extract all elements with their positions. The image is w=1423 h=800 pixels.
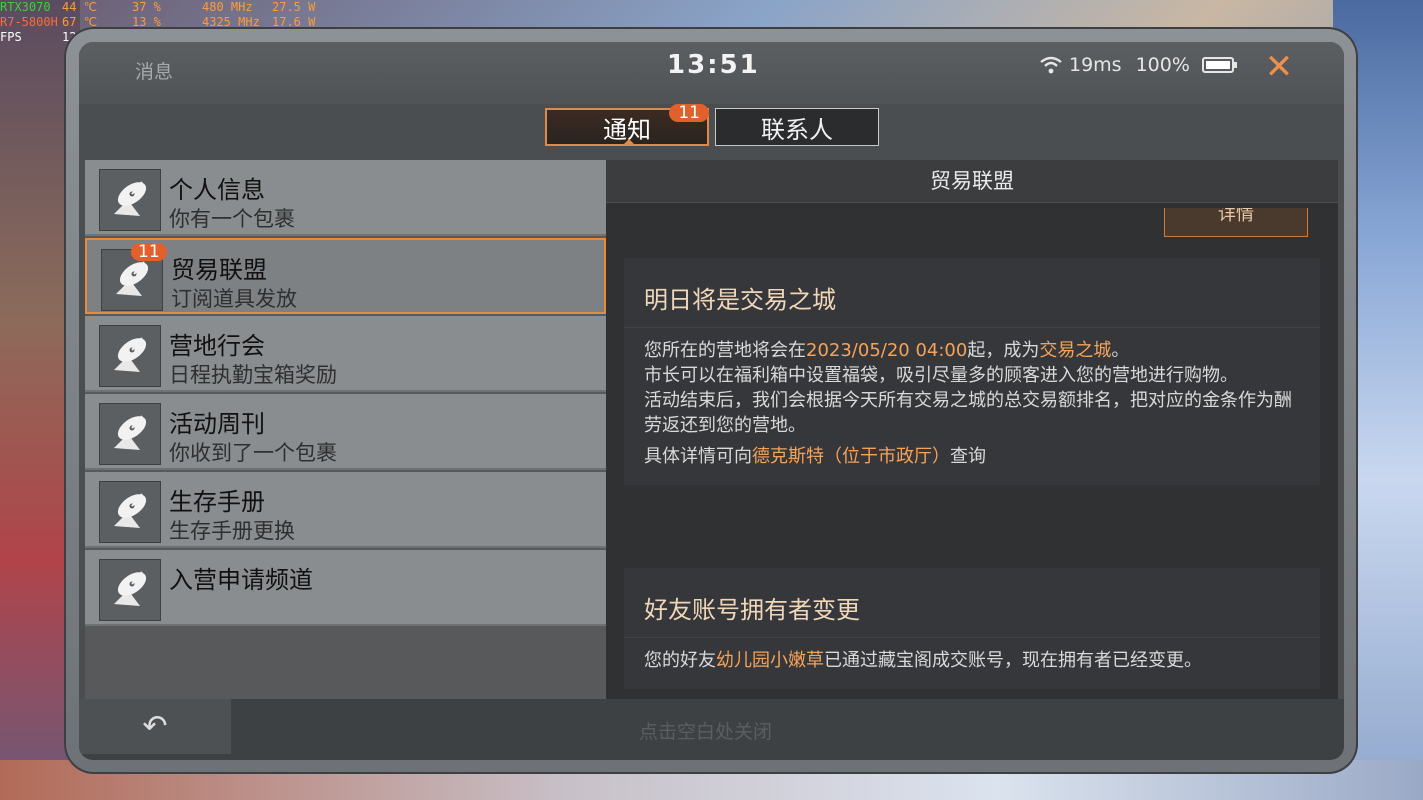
tab-contacts[interactable]: 联系人 <box>715 108 879 146</box>
osd-value: 27.5 W <box>272 0 316 14</box>
channel-item-join-requests[interactable]: 入营申请频道 <box>85 550 606 626</box>
message-detail[interactable]: 贸易联盟 详情 明日将是交易之城 您所在的营地将会在2023/05/20 04:… <box>606 160 1338 700</box>
wifi-icon <box>1040 56 1062 74</box>
channel-subtitle: 生存手册更换 <box>169 519 295 543</box>
text: 您的好友 <box>644 650 716 671</box>
osd-value: 44 ℃ <box>62 0 98 14</box>
clock: 13:51 <box>667 50 760 80</box>
message-paragraph: 具体详情可向德克斯特（位于市政厅）查询 <box>644 444 1300 469</box>
text: 具体详情可向 <box>644 446 752 467</box>
message-card: 明日将是交易之城 您所在的营地将会在2023/05/20 04:00起，成为交易… <box>624 258 1320 485</box>
satellite-dish-icon <box>99 559 161 621</box>
text: 您所在的营地将会在 <box>644 340 806 361</box>
highlight-npc: 德克斯特（位于市政厅） <box>752 446 950 467</box>
osd-value: 37 % <box>132 0 161 14</box>
channel-item-trade-alliance[interactable]: 11 贸易联盟 订阅道具发放 <box>85 238 606 314</box>
channel-title: 个人信息 <box>169 176 265 204</box>
channel-list: 个人信息 你有一个包裹 11 贸易联盟 订阅道具发放 营地行会 日程执勤宝箱奖励… <box>85 160 606 700</box>
channel-subtitle: 你有一个包裹 <box>169 207 295 231</box>
message-card: 好友账号拥有者变更 您的好友幼儿园小嫩草已通过藏宝阁成交账号，现在拥有者已经变更… <box>624 568 1320 689</box>
unread-badge: 11 <box>131 243 167 261</box>
message-panel: 消息 13:51 19ms 100% ✕ 通知 11 联系人 个人信息 你有一个… <box>79 42 1344 760</box>
tab-label: 通知 <box>603 115 651 144</box>
text: 查询 <box>950 446 986 467</box>
osd-row-gpu: RTX3070 44 ℃ 37 % 480 MHz 27.5 W <box>0 0 342 15</box>
channel-item-personal-info[interactable]: 个人信息 你有一个包裹 <box>85 160 606 236</box>
status-bar: 消息 13:51 19ms 100% ✕ <box>79 42 1344 104</box>
tab-label: 联系人 <box>761 115 833 144</box>
channel-title: 入营申请频道 <box>169 566 313 594</box>
status-indicators: 19ms 100% <box>1039 54 1237 76</box>
channel-item-survival-manual[interactable]: 生存手册 生存手册更换 <box>85 472 606 548</box>
channel-subtitle: 日程执勤宝箱奖励 <box>169 363 337 387</box>
channel-title: 生存手册 <box>169 488 265 516</box>
message-paragraph: 您所在的营地将会在2023/05/20 04:00起，成为交易之城。 <box>644 338 1300 363</box>
channel-title: 贸易联盟 <box>171 256 267 284</box>
osd-value: 480 MHz <box>202 0 253 14</box>
message-paragraph: 市长可以在福利箱中设置福袋，吸引尽量多的顾客进入您的营地进行购物。 <box>644 365 1238 386</box>
satellite-dish-icon <box>99 325 161 387</box>
ping-value: 19ms <box>1069 54 1122 76</box>
message-paragraph: 活动结束后，我们会根据今天所有交易之城的总交易额排名，把对应的金条作为酬劳返还到… <box>644 390 1292 436</box>
back-button[interactable]: ↶ <box>79 699 231 754</box>
satellite-dish-icon <box>99 403 161 465</box>
tab-bar: 通知 11 联系人 <box>545 104 879 146</box>
channel-subtitle: 你收到了一个包裹 <box>169 441 337 465</box>
highlight-date: 2023/05/20 04:00 <box>806 340 968 361</box>
close-icon[interactable]: ✕ <box>1262 50 1296 84</box>
osd-label: R7-5800H <box>0 15 58 29</box>
highlight-city: 交易之城 <box>1039 340 1112 361</box>
bottom-bar: ↶ 点击空白处关闭 <box>79 699 1344 760</box>
back-icon: ↶ <box>142 709 168 744</box>
satellite-dish-icon <box>99 169 161 231</box>
satellite-dish-icon <box>99 481 161 543</box>
battery-percent: 100% <box>1135 54 1190 76</box>
text: 。 <box>1111 340 1130 361</box>
panel-title: 消息 <box>135 61 174 83</box>
detail-header: 贸易联盟 <box>606 160 1338 203</box>
text: 起，成为 <box>967 340 1040 361</box>
close-hint: 点击空白处关闭 <box>639 721 773 743</box>
channel-title: 营地行会 <box>169 332 265 360</box>
message-body: 您所在的营地将会在2023/05/20 04:00起，成为交易之城。 市长可以在… <box>624 328 1320 485</box>
tab-notifications[interactable]: 通知 11 <box>545 104 709 146</box>
channel-item-weekly-events[interactable]: 活动周刊 你收到了一个包裹 <box>85 394 606 470</box>
message-body: 您的好友幼儿园小嫩草已通过藏宝阁成交账号，现在拥有者已经变更。 <box>624 638 1320 689</box>
message-title: 明日将是交易之城 <box>624 258 1320 328</box>
channel-item-camp-guild[interactable]: 营地行会 日程执勤宝箱奖励 <box>85 316 606 392</box>
osd-label: RTX3070 <box>0 0 51 14</box>
text: 已通过藏宝阁成交账号，现在拥有者已经变更。 <box>824 650 1202 671</box>
message-title: 好友账号拥有者变更 <box>624 568 1320 638</box>
battery-icon <box>1201 57 1237 73</box>
details-button[interactable]: 详情 <box>1164 208 1308 237</box>
unread-badge: 11 <box>669 104 709 122</box>
highlight-friend: 幼儿园小嫩草 <box>716 650 824 671</box>
osd-label: FPS <box>0 30 22 44</box>
channel-title: 活动周刊 <box>169 410 265 438</box>
channel-subtitle: 订阅道具发放 <box>171 287 297 311</box>
